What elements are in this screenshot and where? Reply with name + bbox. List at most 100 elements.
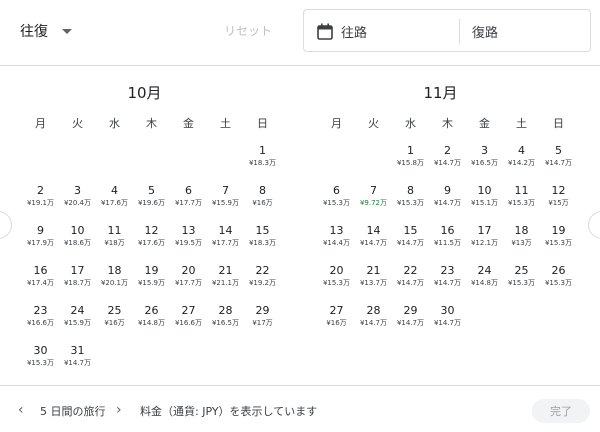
day-cell[interactable]: 7 ¥9.72万 — [355, 182, 392, 222]
day-cell[interactable]: 11 ¥15.3万 — [503, 182, 540, 222]
day-cell[interactable]: 27 ¥16万 — [318, 302, 355, 342]
date-input-box[interactable]: 往路 復路 — [303, 9, 591, 52]
day-cell[interactable]: 30 ¥15.3万 — [22, 342, 59, 382]
day-price: ¥14.7万 — [359, 319, 388, 327]
day-number: 6 — [185, 184, 192, 197]
day-number: 30 — [440, 304, 455, 317]
day-number: 3 — [481, 144, 488, 157]
day-cell[interactable]: 30 ¥14.7万 — [429, 302, 466, 342]
day-cell[interactable]: 6 ¥17.7万 — [170, 182, 207, 222]
day-number: 1 — [407, 144, 414, 157]
day-cell[interactable]: 5 ¥14.7万 — [540, 142, 577, 182]
day-cell[interactable]: 20 ¥17.7万 — [170, 262, 207, 302]
day-price: ¥17.6万 — [100, 199, 129, 207]
day-cell[interactable]: 1 ¥18.3万 — [244, 142, 281, 182]
day-cell[interactable]: 24 ¥14.8万 — [466, 262, 503, 302]
done-button[interactable]: 完了 — [532, 399, 590, 423]
day-cell[interactable]: 25 ¥15.3万 — [503, 262, 540, 302]
day-price: ¥15.3万 — [507, 279, 536, 287]
day-cell[interactable]: 12 ¥15万 — [540, 182, 577, 222]
day-cell[interactable]: 15 ¥14.7万 — [392, 222, 429, 262]
day-cell[interactable]: 19 ¥15.9万 — [133, 262, 170, 302]
day-number: 2 — [444, 144, 451, 157]
day-cell[interactable]: 8 ¥16万 — [244, 182, 281, 222]
day-cell[interactable]: 23 ¥14.7万 — [429, 262, 466, 302]
day-cell[interactable]: 28 ¥16.5万 — [207, 302, 244, 342]
weekday-label: 金 — [183, 117, 194, 130]
day-cell[interactable]: 2 ¥19.1万 — [22, 182, 59, 222]
day-cell[interactable]: 4 ¥17.6万 — [96, 182, 133, 222]
day-price: ¥15.8万 — [396, 159, 425, 167]
day-cell[interactable]: 19 ¥15.3万 — [540, 222, 577, 262]
day-number: 12 — [144, 224, 159, 237]
day-cell[interactable]: 27 ¥16.6万 — [170, 302, 207, 342]
scroll-left-handle[interactable] — [0, 211, 12, 239]
day-cell[interactable]: 23 ¥16.6万 — [22, 302, 59, 342]
day-cell[interactable]: 16 ¥17.4万 — [22, 262, 59, 302]
day-cell[interactable]: 28 ¥14.7万 — [355, 302, 392, 342]
day-cell[interactable]: 13 ¥14.4万 — [318, 222, 355, 262]
day-cell[interactable]: 29 ¥17万 — [244, 302, 281, 342]
day-cell[interactable]: 18 ¥13万 — [503, 222, 540, 262]
scroll-right-handle[interactable] — [588, 211, 600, 239]
day-price: ¥14.7万 — [433, 159, 462, 167]
outbound-date-field[interactable]: 往路 — [341, 22, 367, 41]
day-cell[interactable]: 2 ¥14.7万 — [429, 142, 466, 182]
day-cell[interactable]: 25 ¥16万 — [96, 302, 133, 342]
day-cell[interactable]: 24 ¥15.9万 — [59, 302, 96, 342]
day-number: 25 — [107, 304, 122, 317]
day-cell[interactable]: 4 ¥14.2万 — [503, 142, 540, 182]
day-price: ¥18万 — [104, 239, 125, 247]
day-cell[interactable]: 7 ¥15.9万 — [207, 182, 244, 222]
day-cell[interactable]: 8 ¥15.3万 — [392, 182, 429, 222]
trip-type-dropdown[interactable]: 往復 — [20, 18, 72, 44]
day-cell[interactable]: 14 ¥14.7万 — [355, 222, 392, 262]
day-number: 28 — [366, 304, 381, 317]
day-number: 29 — [403, 304, 418, 317]
inbound-date-field[interactable]: 復路 — [472, 22, 498, 41]
day-cell[interactable]: 15 ¥18.3万 — [244, 222, 281, 262]
chevron-left-icon[interactable]: ‹ — [18, 402, 24, 418]
day-price: ¥14.4万 — [322, 239, 351, 247]
day-cell[interactable]: 9 ¥17.9万 — [22, 222, 59, 262]
day-cell[interactable]: 22 ¥14.7万 — [392, 262, 429, 302]
day-number: 27 — [181, 304, 196, 317]
day-cell[interactable]: 17 ¥12.1万 — [466, 222, 503, 262]
day-cell[interactable]: 26 ¥14.8万 — [133, 302, 170, 342]
day-cell[interactable]: 1 ¥15.8万 — [392, 142, 429, 182]
day-cell[interactable]: 20 ¥15.3万 — [318, 262, 355, 302]
day-cell[interactable]: 16 ¥11.5万 — [429, 222, 466, 262]
day-number: 13 — [181, 224, 196, 237]
day-cell[interactable]: 13 ¥19.5万 — [170, 222, 207, 262]
reset-button[interactable]: リセット — [224, 22, 272, 39]
day-price: ¥14.7万 — [63, 359, 92, 367]
empty-day-cell — [133, 142, 170, 182]
day-number: 26 — [144, 304, 159, 317]
day-cell[interactable]: 5 ¥19.6万 — [133, 182, 170, 222]
empty-day-cell — [59, 142, 96, 182]
day-cell[interactable]: 3 ¥20.4万 — [59, 182, 96, 222]
day-cell[interactable]: 10 ¥18.6万 — [59, 222, 96, 262]
weekday-label: 土 — [516, 117, 527, 130]
chevron-right-icon[interactable]: › — [116, 402, 122, 418]
day-cell[interactable]: 26 ¥15.3万 — [540, 262, 577, 302]
day-cell[interactable]: 21 ¥21.1万 — [207, 262, 244, 302]
month-title: 10月 — [127, 84, 162, 102]
empty-day-cell — [318, 142, 355, 182]
day-cell[interactable]: 18 ¥20.1万 — [96, 262, 133, 302]
day-price: ¥9.72万 — [359, 199, 388, 207]
day-cell[interactable]: 10 ¥15.1万 — [466, 182, 503, 222]
day-cell[interactable]: 3 ¥16.5万 — [466, 142, 503, 182]
day-cell[interactable]: 22 ¥19.2万 — [244, 262, 281, 302]
day-cell[interactable]: 6 ¥15.3万 — [318, 182, 355, 222]
empty-day-cell — [96, 142, 133, 182]
day-cell[interactable]: 21 ¥13.7万 — [355, 262, 392, 302]
day-cell[interactable]: 12 ¥17.6万 — [133, 222, 170, 262]
day-cell[interactable]: 9 ¥14.7万 — [429, 182, 466, 222]
day-cell[interactable]: 29 ¥14.7万 — [392, 302, 429, 342]
day-cell[interactable]: 11 ¥18万 — [96, 222, 133, 262]
day-number: 11 — [514, 184, 529, 197]
day-cell[interactable]: 31 ¥14.7万 — [59, 342, 96, 382]
day-cell[interactable]: 14 ¥17.7万 — [207, 222, 244, 262]
day-cell[interactable]: 17 ¥18.7万 — [59, 262, 96, 302]
